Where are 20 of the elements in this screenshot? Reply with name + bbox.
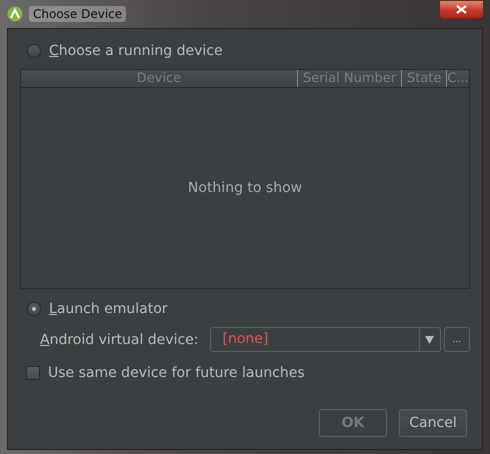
dialog-button[interactable]: Cancel (399, 409, 467, 437)
window-title: Choose Device (29, 6, 126, 22)
empty-message: Nothing to show (186, 179, 304, 198)
browse-button[interactable]: ... (444, 327, 470, 352)
avd-dropdown[interactable]: [none] (210, 327, 441, 352)
radio-button[interactable] (27, 302, 41, 316)
radio-label[interactable]: Launch emulator (49, 301, 168, 317)
radio-label[interactable]: Choose a running device (49, 43, 223, 59)
dropdown-arrow-icon (425, 336, 434, 344)
close-icon (456, 5, 467, 14)
column-header[interactable]: State (402, 70, 448, 87)
column-header[interactable]: Device (21, 70, 298, 87)
radio-button[interactable] (27, 44, 41, 58)
column-header[interactable]: C... (447, 70, 469, 87)
checkbox-label[interactable]: Use same device for future launches (48, 365, 305, 381)
close-button[interactable] (439, 0, 484, 19)
column-header[interactable]: Serial Number (298, 70, 402, 87)
field-label: Android virtual device: (40, 332, 198, 348)
checkbox[interactable] (26, 366, 40, 380)
android-icon (7, 6, 23, 22)
